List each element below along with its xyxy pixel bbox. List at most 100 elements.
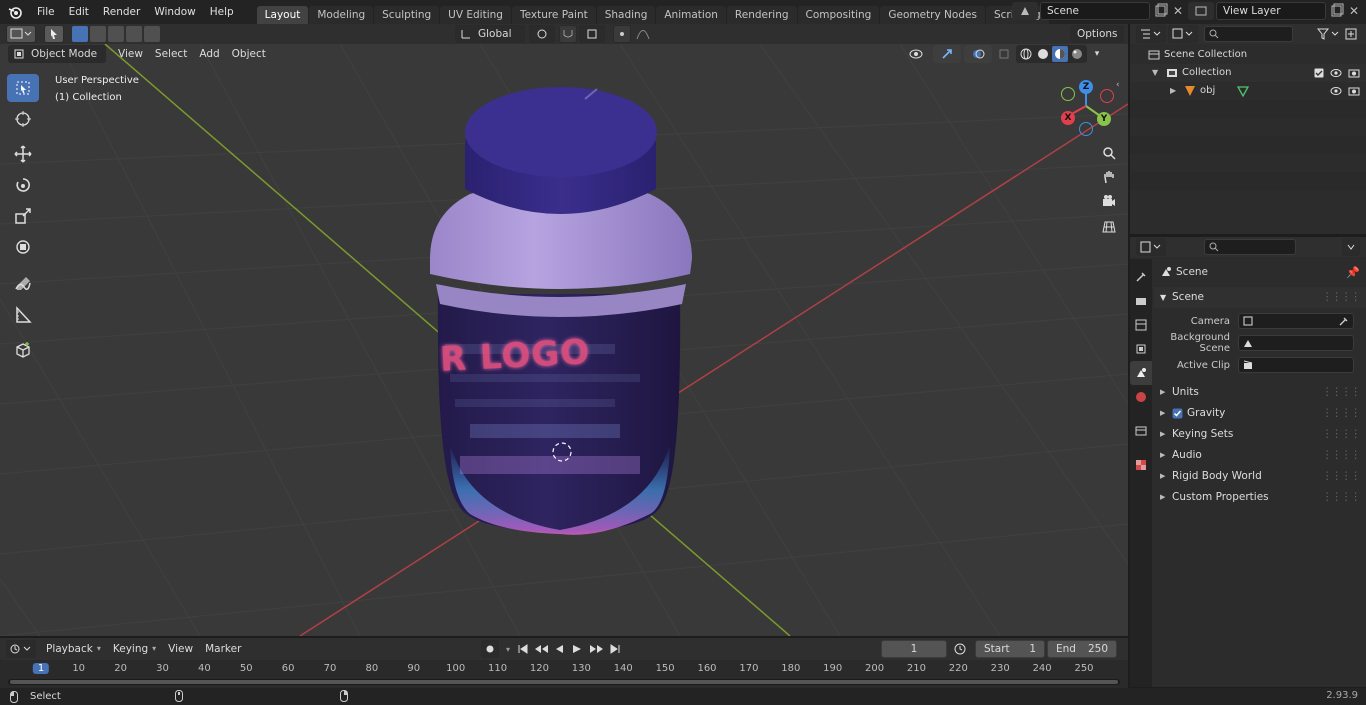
gizmo-neg-y-axis[interactable] [1061,87,1075,101]
material-preview-shading-icon[interactable] [1052,46,1068,62]
view-layer-browse-icon[interactable] [1188,2,1214,20]
panel-expand-icon[interactable]: ▶ [1160,466,1172,487]
drag-handle-icon[interactable]: ⋮⋮⋮⋮ [1322,487,1361,508]
background-scene-field[interactable] [1238,335,1354,351]
measure-tool[interactable] [7,301,39,329]
bottle-object[interactable] [430,87,692,535]
select-mode-invert-icon[interactable] [126,26,142,42]
select-tool-icon[interactable] [44,25,64,43]
outliner-row-collection[interactable]: ▼ Collection [1130,64,1366,82]
autokey-record-icon[interactable] [481,640,499,658]
solid-shading-icon[interactable] [1035,46,1051,62]
proportional-edit-icon[interactable] [613,25,631,43]
collection-render-camera-icon[interactable] [1348,68,1360,78]
menu-help[interactable]: Help [203,0,241,24]
scene-name-field[interactable]: Scene [1040,2,1150,20]
overlay-toggle-icon[interactable] [964,45,992,63]
workspace-tab-sculpting[interactable]: Sculpting [374,6,440,24]
obj-render-camera-icon[interactable] [1348,86,1360,96]
blender-logo-icon[interactable] [0,0,30,24]
gizmo-neg-z-axis[interactable] [1079,122,1093,136]
timeline-menu-playback[interactable]: Playback ▾ [40,640,107,658]
mesh-data-icon[interactable] [1237,85,1250,97]
menu-edit[interactable]: Edit [62,0,96,24]
drag-handle-icon[interactable]: ⋮⋮⋮⋮ [1322,424,1361,445]
workspace-tab-modeling[interactable]: Modeling [309,6,374,24]
viewport-menu-object[interactable]: Object [226,45,272,63]
start-frame-field[interactable]: Start 1 [975,640,1045,658]
new-collection-icon[interactable] [1344,27,1360,41]
timeline-editor-type-icon[interactable] [6,640,36,658]
wireframe-shading-icon[interactable] [1018,46,1034,62]
drag-handle-icon[interactable]: ⋮⋮⋮⋮ [1322,287,1361,308]
pivot-point-icon[interactable] [529,25,555,43]
view-layer-name-field[interactable]: View Layer [1216,2,1326,20]
select-mode-subtract-icon[interactable] [108,26,124,42]
output-tab-icon[interactable] [1130,313,1152,337]
3d-viewport[interactable]: R LOGO User Perspective (1) Collection Z… [0,44,1128,636]
panel-expand-icon[interactable]: ▶ [1160,424,1172,445]
editor-type-icon[interactable] [6,25,36,43]
jump-keyframe-forward-icon[interactable] [589,643,607,655]
sidebar-toggle-chevron-icon[interactable]: ‹ [1116,80,1126,94]
snap-target-icon[interactable] [579,25,605,43]
xray-toggle-icon[interactable] [995,45,1013,63]
gizmo-z-axis[interactable]: Z [1079,80,1093,94]
timeline-menu-marker[interactable]: Marker [199,640,247,658]
visibility-selector-icon[interactable] [902,45,930,63]
workspace-tab-texture-paint[interactable]: Texture Paint [511,6,596,24]
workspace-tab-geometry-nodes[interactable]: Geometry Nodes [880,6,985,24]
outliner-search-input[interactable] [1204,26,1293,42]
panel-expand-icon[interactable]: ▶ [1160,382,1172,403]
drag-handle-icon[interactable]: ⋮⋮⋮⋮ [1322,382,1361,403]
gizmo-toggle-icon[interactable] [933,45,961,63]
delete-scene-icon[interactable]: ✕ [1170,2,1186,20]
texture-tab-icon[interactable] [1130,453,1152,477]
view-layer-tab-icon[interactable] [1130,337,1152,361]
jump-end-icon[interactable] [609,643,623,655]
world-tab-icon[interactable] [1130,385,1152,409]
panel-expand-icon[interactable]: ▶ [1160,487,1172,508]
filter-icon[interactable] [1316,28,1345,40]
render-tab-icon[interactable] [1130,289,1152,313]
camera-field[interactable] [1238,313,1354,329]
collection-tab-icon[interactable] [1130,419,1152,443]
workspace-tab-rendering[interactable]: Rendering [726,6,797,24]
viewport-menu-select[interactable]: Select [149,45,193,63]
jump-start-icon[interactable] [517,643,531,655]
transform-tool[interactable] [7,233,39,261]
scene-tab-icon[interactable] [1130,361,1152,385]
gizmo-x-axis[interactable]: X [1061,111,1075,125]
new-scene-icon[interactable] [1152,2,1170,20]
select-box-tool[interactable] [7,74,39,102]
play-icon[interactable] [571,643,587,655]
proportional-falloff-icon[interactable] [633,28,653,40]
collection-include-checkbox[interactable] [1314,68,1324,78]
viewport-menu-add[interactable]: Add [193,45,225,63]
select-mode-extend-icon[interactable] [90,26,106,42]
snap-toggle-icon[interactable] [559,25,577,43]
active-clip-field[interactable] [1238,357,1354,373]
tool-tab-icon[interactable] [1130,265,1152,289]
eyedropper-icon[interactable] [1339,316,1349,326]
transform-orientation-dropdown[interactable]: Global [455,25,525,43]
scale-tool[interactable] [7,202,39,230]
menu-file[interactable]: File [30,0,62,24]
display-mode-icon[interactable] [1168,25,1198,43]
workspace-tab-layout[interactable]: Layout [256,6,309,24]
workspace-tab-uv-editing[interactable]: UV Editing [440,6,511,24]
timeline-menu-view[interactable]: View [162,640,199,658]
play-reverse-icon[interactable] [553,643,569,655]
gizmo-y-axis[interactable]: Y [1097,112,1111,126]
menu-window[interactable]: Window [147,0,202,24]
navigation-gizmo[interactable]: Z Y X [1058,80,1114,136]
properties-options-chevron-icon[interactable] [1342,238,1360,256]
panel-gravity[interactable]: ▶ Gravity ⋮⋮⋮⋮ [1154,403,1366,424]
gizmo-neg-x-axis[interactable] [1100,89,1114,103]
obj-visibility-eye-icon[interactable] [1330,86,1342,96]
options-dropdown[interactable]: Options [1070,25,1124,43]
outliner-editor-type-icon[interactable] [1136,25,1166,43]
pan-hand-icon[interactable] [1098,166,1120,188]
timeline-menu-keying[interactable]: Keying ▾ [107,640,162,658]
gravity-checkbox[interactable] [1172,408,1183,419]
